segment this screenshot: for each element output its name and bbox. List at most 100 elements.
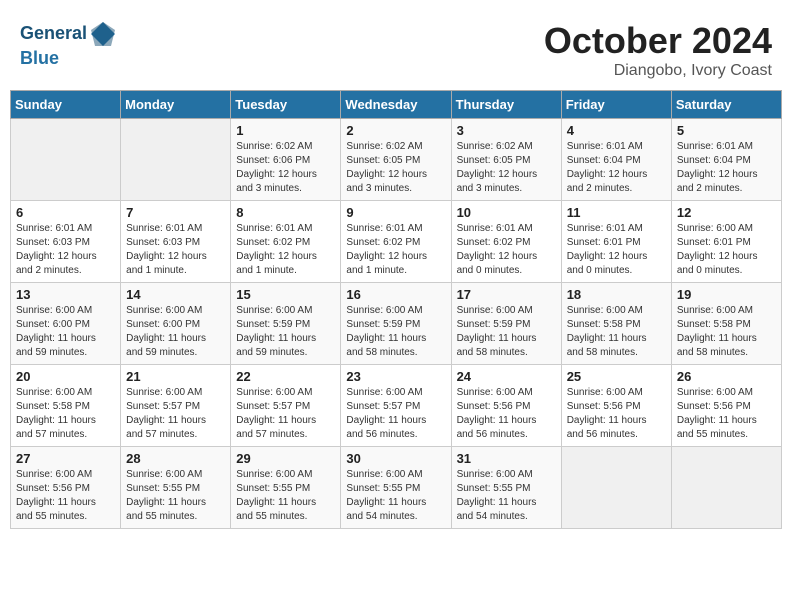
day-detail: Sunrise: 6:00 AM Sunset: 5:56 PM Dayligh…: [567, 386, 666, 442]
calendar-day-cell: 4 Sunrise: 6:01 AM Sunset: 6:04 PM Daylig…: [561, 119, 671, 201]
weekday-header-cell: Sunday: [11, 91, 121, 119]
calendar-day-cell: [121, 119, 231, 201]
calendar-day-cell: 18 Sunrise: 6:00 AM Sunset: 5:58 PM Dayli…: [561, 283, 671, 365]
day-number: 28: [126, 451, 225, 466]
location-subtitle: Diangobo, Ivory Coast: [544, 62, 772, 80]
day-number: 1: [236, 123, 335, 138]
calendar-day-cell: 23Sunrise: 6:00 AM Sunset: 5:57 PM Dayli…: [341, 365, 451, 447]
day-number: 3: [457, 123, 556, 138]
weekday-header-row: SundayMondayTuesdayWednesdayThursdayFrid…: [11, 91, 782, 119]
day-number: 26: [677, 369, 776, 384]
calendar-day-cell: 25 Sunrise: 6:00 AM Sunset: 5:56 PM Dayli…: [561, 365, 671, 447]
day-detail: Sunrise: 6:00 AM Sunset: 5:57 PM Dayligh…: [346, 386, 445, 442]
calendar-day-cell: [671, 447, 781, 529]
calendar-day-cell: 1 Sunrise: 6:02 AM Sunset: 6:06 PM Daylig…: [231, 119, 341, 201]
calendar-week-row: 6Sunrise: 6:01 AM Sunset: 6:03 PM Daylig…: [11, 201, 782, 283]
day-number: 27: [16, 451, 115, 466]
day-number: 31: [457, 451, 556, 466]
calendar-day-cell: 15 Sunrise: 6:00 AM Sunset: 5:59 PM Dayli…: [231, 283, 341, 365]
day-detail: Sunrise: 6:01 AM Sunset: 6:04 PM Dayligh…: [567, 140, 666, 196]
day-detail: Sunrise: 6:00 AM Sunset: 5:56 PM Dayligh…: [16, 468, 115, 524]
day-number: 19: [677, 287, 776, 302]
day-detail: Sunrise: 6:00 AM Sunset: 5:58 PM Dayligh…: [567, 304, 666, 360]
day-detail: Sunrise: 6:00 AM Sunset: 5:55 PM Dayligh…: [457, 468, 556, 524]
day-detail: Sunrise: 6:02 AM Sunset: 6:05 PM Dayligh…: [457, 140, 556, 196]
calendar-day-cell: 16 Sunrise: 6:00 AM Sunset: 5:59 PM Dayli…: [341, 283, 451, 365]
day-number: 8: [236, 205, 335, 220]
day-number: 5: [677, 123, 776, 138]
day-detail: Sunrise: 6:00 AM Sunset: 6:00 PM Dayligh…: [16, 304, 115, 360]
day-number: 15: [236, 287, 335, 302]
day-number: 18: [567, 287, 666, 302]
day-detail: Sunrise: 6:00 AM Sunset: 5:57 PM Dayligh…: [126, 386, 225, 442]
calendar-day-cell: 20Sunrise: 6:00 AM Sunset: 5:58 PM Dayli…: [11, 365, 121, 447]
calendar-week-row: 1 Sunrise: 6:02 AM Sunset: 6:06 PM Daylig…: [11, 119, 782, 201]
day-number: 20: [16, 369, 115, 384]
month-title-block: October 2024 Diangobo, Ivory Coast: [544, 20, 772, 80]
day-detail: Sunrise: 6:00 AM Sunset: 5:56 PM Dayligh…: [457, 386, 556, 442]
calendar-day-cell: 29Sunrise: 6:00 AM Sunset: 5:55 PM Dayli…: [231, 447, 341, 529]
day-detail: Sunrise: 6:01 AM Sunset: 6:03 PM Dayligh…: [16, 222, 115, 278]
day-number: 24: [457, 369, 556, 384]
day-number: 22: [236, 369, 335, 384]
page-header: General Blue October 2024 Diangobo, Ivor…: [10, 10, 782, 85]
calendar-day-cell: 31 Sunrise: 6:00 AM Sunset: 5:55 PM Dayli…: [451, 447, 561, 529]
logo-text: General: [20, 20, 117, 48]
calendar-day-cell: 28 Sunrise: 6:00 AM Sunset: 5:55 PM Dayli…: [121, 447, 231, 529]
weekday-header-cell: Friday: [561, 91, 671, 119]
day-detail: Sunrise: 6:01 AM Sunset: 6:02 PM Dayligh…: [236, 222, 335, 278]
weekday-header-cell: Thursday: [451, 91, 561, 119]
day-number: 4: [567, 123, 666, 138]
calendar-body: 1 Sunrise: 6:02 AM Sunset: 6:06 PM Daylig…: [11, 119, 782, 529]
calendar-week-row: 13 Sunrise: 6:00 AM Sunset: 6:00 PM Dayli…: [11, 283, 782, 365]
calendar-day-cell: 17 Sunrise: 6:00 AM Sunset: 5:59 PM Dayli…: [451, 283, 561, 365]
calendar-day-cell: 9 Sunrise: 6:01 AM Sunset: 6:02 PM Daylig…: [341, 201, 451, 283]
day-detail: Sunrise: 6:00 AM Sunset: 5:55 PM Dayligh…: [346, 468, 445, 524]
calendar-table: SundayMondayTuesdayWednesdayThursdayFrid…: [10, 90, 782, 529]
day-detail: Sunrise: 6:02 AM Sunset: 6:06 PM Dayligh…: [236, 140, 335, 196]
day-detail: Sunrise: 6:00 AM Sunset: 5:55 PM Dayligh…: [126, 468, 225, 524]
logo-blue: Blue: [20, 48, 117, 70]
day-number: 11: [567, 205, 666, 220]
calendar-day-cell: 27 Sunrise: 6:00 AM Sunset: 5:56 PM Dayli…: [11, 447, 121, 529]
day-detail: Sunrise: 6:00 AM Sunset: 5:58 PM Dayligh…: [677, 304, 776, 360]
weekday-header-cell: Saturday: [671, 91, 781, 119]
day-number: 12: [677, 205, 776, 220]
day-number: 25: [567, 369, 666, 384]
month-year-title: October 2024: [544, 20, 772, 62]
day-number: 21: [126, 369, 225, 384]
day-number: 16: [346, 287, 445, 302]
day-number: 9: [346, 205, 445, 220]
calendar-day-cell: 5Sunrise: 6:01 AM Sunset: 6:04 PM Daylig…: [671, 119, 781, 201]
weekday-header-cell: Tuesday: [231, 91, 341, 119]
logo: General Blue: [20, 20, 117, 70]
calendar-day-cell: 3 Sunrise: 6:02 AM Sunset: 6:05 PM Daylig…: [451, 119, 561, 201]
day-detail: Sunrise: 6:00 AM Sunset: 6:01 PM Dayligh…: [677, 222, 776, 278]
day-detail: Sunrise: 6:00 AM Sunset: 5:57 PM Dayligh…: [236, 386, 335, 442]
day-detail: Sunrise: 6:00 AM Sunset: 6:00 PM Dayligh…: [126, 304, 225, 360]
day-number: 13: [16, 287, 115, 302]
day-detail: Sunrise: 6:00 AM Sunset: 5:56 PM Dayligh…: [677, 386, 776, 442]
calendar-day-cell: 6Sunrise: 6:01 AM Sunset: 6:03 PM Daylig…: [11, 201, 121, 283]
day-detail: Sunrise: 6:00 AM Sunset: 5:59 PM Dayligh…: [457, 304, 556, 360]
calendar-day-cell: 7 Sunrise: 6:01 AM Sunset: 6:03 PM Daylig…: [121, 201, 231, 283]
day-number: 14: [126, 287, 225, 302]
calendar-day-cell: [11, 119, 121, 201]
day-detail: Sunrise: 6:00 AM Sunset: 5:55 PM Dayligh…: [236, 468, 335, 524]
day-detail: Sunrise: 6:01 AM Sunset: 6:02 PM Dayligh…: [346, 222, 445, 278]
weekday-header-cell: Monday: [121, 91, 231, 119]
calendar-week-row: 27 Sunrise: 6:00 AM Sunset: 5:56 PM Dayli…: [11, 447, 782, 529]
day-detail: Sunrise: 6:00 AM Sunset: 5:59 PM Dayligh…: [346, 304, 445, 360]
calendar-day-cell: 12 Sunrise: 6:00 AM Sunset: 6:01 PM Dayli…: [671, 201, 781, 283]
calendar-day-cell: 14 Sunrise: 6:00 AM Sunset: 6:00 PM Dayli…: [121, 283, 231, 365]
calendar-day-cell: 21 Sunrise: 6:00 AM Sunset: 5:57 PM Dayli…: [121, 365, 231, 447]
day-detail: Sunrise: 6:01 AM Sunset: 6:01 PM Dayligh…: [567, 222, 666, 278]
calendar-day-cell: 30Sunrise: 6:00 AM Sunset: 5:55 PM Dayli…: [341, 447, 451, 529]
calendar-day-cell: [561, 447, 671, 529]
calendar-day-cell: 8 Sunrise: 6:01 AM Sunset: 6:02 PM Daylig…: [231, 201, 341, 283]
day-number: 17: [457, 287, 556, 302]
day-detail: Sunrise: 6:00 AM Sunset: 5:59 PM Dayligh…: [236, 304, 335, 360]
day-number: 7: [126, 205, 225, 220]
weekday-header-cell: Wednesday: [341, 91, 451, 119]
day-detail: Sunrise: 6:01 AM Sunset: 6:03 PM Dayligh…: [126, 222, 225, 278]
